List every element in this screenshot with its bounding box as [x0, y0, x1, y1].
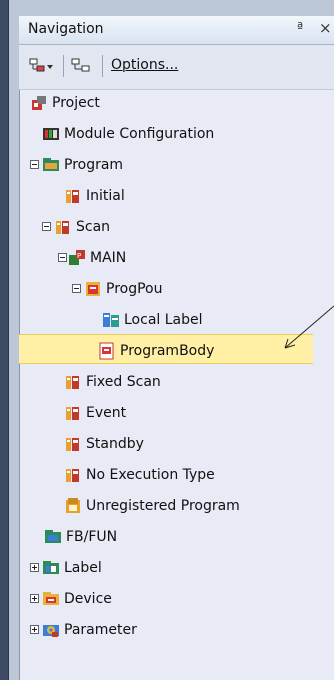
tree-item-label: Initial [86, 188, 125, 204]
tree-item-label: Device [64, 591, 112, 607]
tree-item-label[interactable]: Label [0, 555, 334, 581]
collapse-icon[interactable] [58, 253, 67, 262]
tree-item-standby[interactable]: Standby [0, 431, 334, 457]
tree-item-label: Module Configuration [64, 126, 215, 142]
tree-item-label: Label [64, 560, 102, 576]
tree-item-label: Standby [86, 436, 144, 452]
program-block-icon [64, 466, 82, 484]
tree-item-label: Parameter [64, 622, 137, 638]
tree-item-device[interactable]: Device [0, 586, 334, 612]
program-body-icon [98, 342, 116, 360]
tree-item-label: FB/FUN [66, 529, 118, 545]
tree-item-progpou[interactable]: ProgPou [0, 276, 334, 302]
label-icon [42, 559, 60, 577]
tree-item-label: Fixed Scan [86, 374, 161, 390]
tree-item-initial[interactable]: Initial [0, 183, 334, 209]
fb-fun-icon [44, 528, 62, 546]
pou-icon [84, 280, 102, 298]
program-block-icon [54, 218, 72, 236]
collapse-icon[interactable] [42, 222, 51, 231]
tree-item-scan[interactable]: Scan [0, 214, 334, 240]
svg-text:P: P [77, 252, 81, 260]
tree-item-programbody[interactable]: ProgramBody [0, 338, 334, 364]
tree-item-main[interactable]: P MAIN [0, 245, 334, 271]
tree-item-label: ProgPou [106, 281, 163, 297]
tree-item-label: Scan [76, 219, 111, 235]
tree-item-label: Local Label [124, 312, 203, 328]
unregistered-program-icon [64, 497, 82, 515]
tree-item-label: ProgramBody [120, 343, 215, 359]
tree-item-label: Event [86, 405, 127, 421]
tree-item-fb-fun[interactable]: FB/FUN [0, 524, 334, 550]
tree-item-label: No Execution Type [86, 467, 215, 483]
tree-item-fixed-scan[interactable]: Fixed Scan [0, 369, 334, 395]
program-block-icon [64, 373, 82, 391]
tree-item-label: Program [64, 157, 124, 173]
collapse-icon[interactable] [30, 160, 39, 169]
tree-item-project[interactable]: Project [0, 90, 334, 116]
tree-item-program[interactable]: Program [0, 152, 334, 178]
device-icon [42, 590, 60, 608]
expand-icon[interactable] [30, 594, 39, 603]
tree-item-label: Unregistered Program [86, 498, 240, 514]
tree-item-parameter[interactable]: Parameter [0, 617, 334, 643]
tree-item-event[interactable]: Event [0, 400, 334, 426]
tree-item-module-configuration[interactable]: Module Configuration [0, 121, 334, 147]
tree-item-unregistered-program[interactable]: Unregistered Program [0, 493, 334, 519]
module-configuration-icon [42, 125, 60, 143]
collapse-icon[interactable] [72, 284, 81, 293]
program-file-icon: P [68, 249, 86, 267]
local-label-icon [102, 311, 120, 329]
tree-item-label: MAIN [90, 250, 127, 266]
program-folder-icon [42, 156, 60, 174]
expand-icon[interactable] [30, 625, 39, 634]
program-block-icon [64, 187, 82, 205]
program-block-icon [64, 404, 82, 422]
expand-icon[interactable] [30, 563, 39, 572]
tree-item-label: Project [52, 95, 100, 111]
tree-item-no-execution-type[interactable]: No Execution Type [0, 462, 334, 488]
tree-item-local-label[interactable]: Local Label [0, 307, 334, 333]
parameter-icon [42, 621, 60, 639]
program-block-icon [64, 435, 82, 453]
project-icon [30, 94, 48, 112]
